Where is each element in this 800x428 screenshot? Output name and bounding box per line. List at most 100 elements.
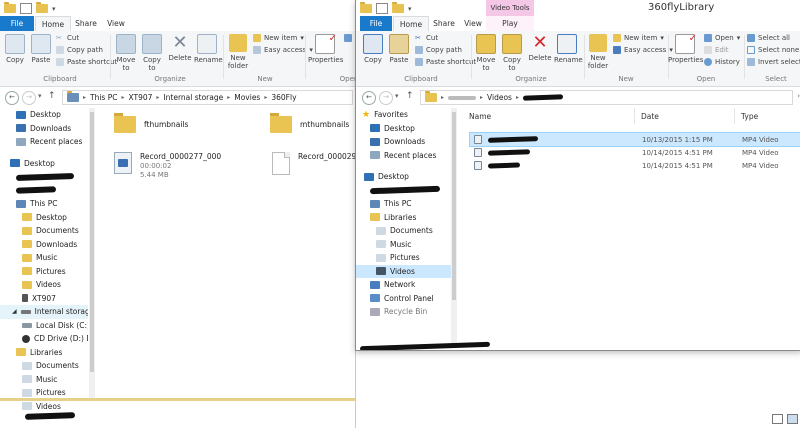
nav-item-redacted-2[interactable] bbox=[0, 184, 88, 198]
nav-item-desktop-root[interactable]: Desktop bbox=[0, 157, 88, 171]
paste-button[interactable]: Paste bbox=[388, 34, 410, 64]
table-row[interactable]: 10/14/2015 4:51 PM MP4 Video bbox=[469, 146, 799, 159]
breadcrumb[interactable]: ▸ This PC ▸ XT907 ▸ Internal storage ▸ M… bbox=[62, 90, 353, 105]
file-item[interactable]: Record_0000277_000 00:00:02 5.44 MB bbox=[114, 152, 221, 181]
breadcrumb-item[interactable]: 360Fly bbox=[271, 93, 296, 102]
nav-scrollbar[interactable] bbox=[89, 108, 95, 398]
nav-item-local-disk[interactable]: Local Disk (C:) bbox=[0, 319, 88, 333]
move-to-button[interactable]: Move to bbox=[474, 34, 498, 72]
open-button[interactable] bbox=[344, 34, 352, 42]
copy-button[interactable]: Copy bbox=[362, 34, 384, 64]
up-icon[interactable]: ↑ bbox=[406, 91, 414, 101]
properties-button[interactable]: ✓ Properties bbox=[668, 33, 703, 64]
breadcrumb-item[interactable]: Internal storage bbox=[163, 93, 223, 102]
tab-file[interactable]: File bbox=[360, 16, 392, 31]
nav-item-this-pc[interactable]: This PC bbox=[356, 197, 451, 211]
column-header-name[interactable]: Name bbox=[469, 112, 491, 121]
nav-item-libraries[interactable]: Libraries bbox=[356, 211, 451, 225]
nav-item-downloads[interactable]: Downloads bbox=[356, 135, 451, 149]
folder-icon[interactable] bbox=[360, 2, 372, 13]
nav-item-videos[interactable]: Videos bbox=[0, 278, 88, 292]
folder-item[interactable]: fthumbnails bbox=[114, 113, 188, 133]
invert-selection-button[interactable]: Invert selection bbox=[747, 58, 800, 66]
table-row[interactable]: 10/14/2015 4:51 PM MP4 Video bbox=[469, 159, 799, 172]
breadcrumb-item[interactable]: XT907 bbox=[129, 93, 153, 102]
nav-item-recent-places[interactable]: Recent places bbox=[356, 149, 451, 163]
up-icon[interactable]: ↑ bbox=[48, 91, 56, 101]
redacted-breadcrumb[interactable] bbox=[448, 95, 477, 100]
breadcrumb-item[interactable]: Movies bbox=[234, 93, 260, 102]
nav-item-control-panel[interactable]: Control Panel bbox=[356, 292, 451, 306]
recent-locations-icon[interactable]: ▾ bbox=[38, 92, 42, 100]
nav-item-recent-places[interactable]: Recent places bbox=[0, 135, 88, 149]
nav-item-desktop-root[interactable]: Desktop bbox=[356, 170, 451, 184]
forward-icon[interactable]: → bbox=[22, 91, 36, 105]
nav-item-recycle-bin[interactable]: Recycle Bin bbox=[356, 305, 451, 319]
folder-icon[interactable] bbox=[4, 2, 16, 13]
cut-button[interactable]: ✂ Cut bbox=[415, 34, 438, 42]
paste-shortcut-button[interactable]: Paste shortcut bbox=[415, 58, 476, 66]
open-button[interactable]: Open ▾ bbox=[704, 34, 740, 42]
forward-icon[interactable]: → bbox=[379, 91, 393, 105]
scrollbar-thumb[interactable] bbox=[90, 112, 94, 372]
easy-access-button[interactable]: Easy access ▾ bbox=[613, 46, 673, 54]
new-item-button[interactable]: New item ▾ bbox=[613, 34, 664, 42]
properties-icon[interactable] bbox=[376, 3, 388, 14]
nav-item-downloads-pc[interactable]: Downloads bbox=[0, 238, 88, 252]
details-view-icon[interactable] bbox=[772, 414, 783, 424]
nav-item-libraries[interactable]: Libraries bbox=[0, 346, 88, 360]
recent-locations-icon[interactable]: ▾ bbox=[395, 92, 399, 100]
copy-to-button[interactable]: Copy to bbox=[500, 34, 524, 72]
nav-item-redacted[interactable] bbox=[356, 184, 451, 198]
file-item[interactable]: Record_0000294 bbox=[272, 152, 355, 175]
delete-button[interactable]: ✕ Delete bbox=[167, 34, 193, 63]
nav-item-favorites[interactable]: ★ Favorites bbox=[356, 108, 451, 122]
nav-scrollbar[interactable] bbox=[451, 108, 457, 348]
breadcrumb-item[interactable]: This PC bbox=[90, 93, 117, 102]
rename-button[interactable]: Rename bbox=[194, 34, 223, 64]
tab-home[interactable]: Home bbox=[393, 16, 429, 32]
new-folder-button[interactable]: New folder bbox=[586, 34, 610, 70]
cut-button[interactable]: ✂ Cut bbox=[56, 34, 79, 42]
scrollbar-thumb[interactable] bbox=[452, 112, 456, 300]
nav-item-music[interactable]: Music bbox=[356, 238, 451, 252]
nav-item-redacted-1[interactable] bbox=[0, 170, 88, 184]
copy-button[interactable]: Copy bbox=[4, 34, 26, 64]
table-row[interactable]: 10/13/2015 1:15 PM MP4 Video bbox=[469, 132, 800, 147]
nav-item-this-pc[interactable]: This PC bbox=[0, 197, 88, 211]
tab-share[interactable]: Share bbox=[70, 16, 102, 31]
customize-qat-icon[interactable]: ▾ bbox=[52, 5, 56, 13]
move-to-button[interactable]: Move to bbox=[114, 34, 138, 72]
new-folder-button[interactable]: New folder bbox=[226, 34, 250, 70]
easy-access-button[interactable]: Easy access ▾ bbox=[253, 46, 313, 54]
copy-to-button[interactable]: Copy to bbox=[140, 34, 164, 72]
customize-qat-icon[interactable]: ▾ bbox=[408, 5, 412, 13]
paste-shortcut-button[interactable]: Paste shortcut bbox=[56, 58, 117, 66]
properties-button[interactable]: ✓ Properties bbox=[308, 33, 343, 64]
paste-button[interactable]: Paste bbox=[30, 34, 52, 64]
select-none-button[interactable]: Select none bbox=[747, 46, 799, 54]
edit-button[interactable]: Edit bbox=[704, 46, 729, 54]
back-icon[interactable]: ← bbox=[362, 91, 376, 105]
nav-item-desktop[interactable]: Desktop bbox=[356, 122, 451, 136]
tab-view[interactable]: View bbox=[102, 16, 130, 31]
select-all-button[interactable]: Select all bbox=[747, 34, 790, 42]
nav-item-documents[interactable]: Documents bbox=[356, 224, 451, 238]
nav-item-desktop-pc[interactable]: Desktop bbox=[0, 211, 88, 225]
large-icons-view-icon[interactable] bbox=[787, 414, 798, 424]
column-header-date[interactable]: Date bbox=[641, 112, 659, 121]
nav-item-cd-drive[interactable]: CD Drive (D:) D bbox=[0, 332, 88, 346]
nav-item-videos[interactable]: Videos bbox=[356, 264, 451, 278]
tab-file[interactable]: File bbox=[0, 16, 34, 31]
delete-button[interactable]: ✕ Delete bbox=[527, 34, 553, 63]
nav-item-desktop[interactable]: Desktop bbox=[0, 108, 88, 122]
nav-item-network[interactable]: Network bbox=[356, 278, 451, 292]
breadcrumb-item[interactable]: Videos bbox=[487, 93, 512, 102]
tab-home[interactable]: Home bbox=[35, 16, 71, 32]
nav-item-lib-music[interactable]: Music bbox=[0, 373, 88, 387]
new-item-button[interactable]: New item ▾ bbox=[253, 34, 304, 42]
nav-item-internal-storage[interactable]: ◢ Internal storag bbox=[0, 305, 88, 319]
tab-view[interactable]: View bbox=[460, 16, 486, 31]
new-folder-icon[interactable] bbox=[36, 2, 48, 13]
nav-item-pictures[interactable]: Pictures bbox=[0, 265, 88, 279]
